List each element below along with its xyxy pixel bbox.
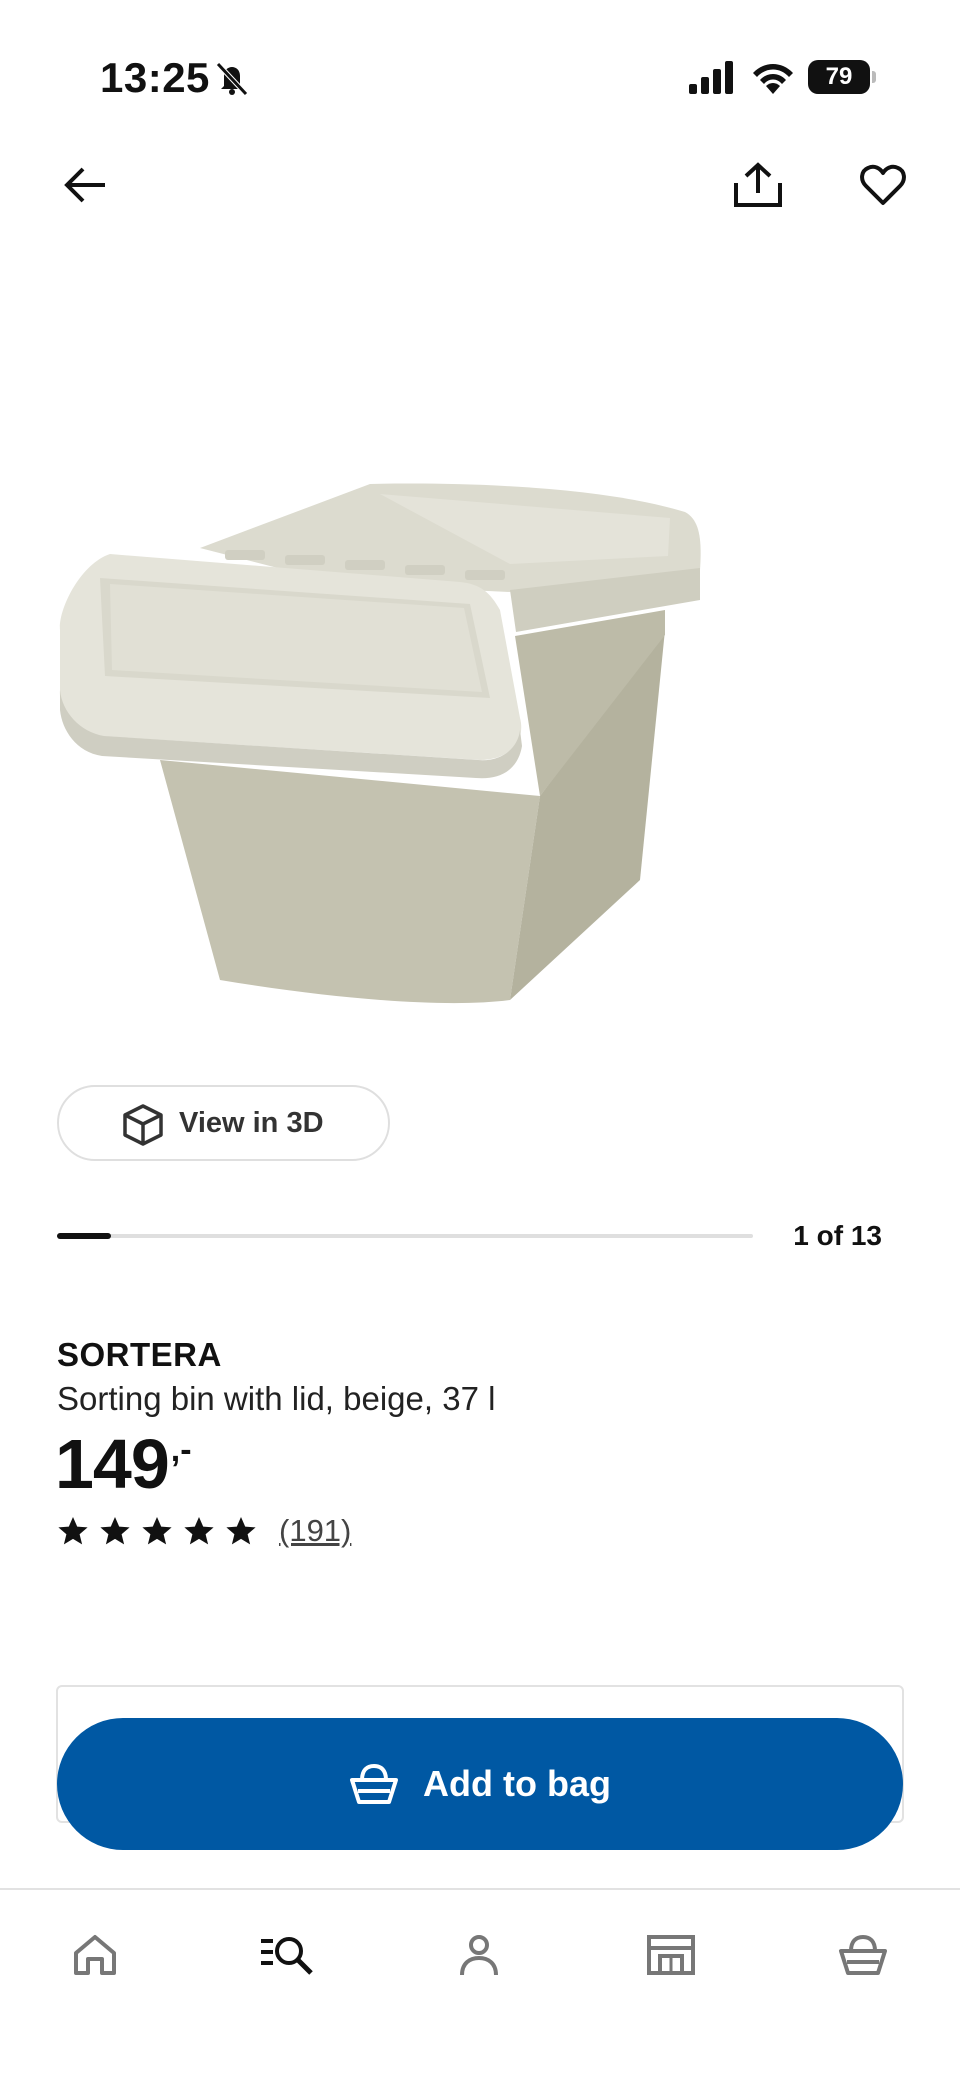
basket-icon — [350, 1763, 399, 1804]
product-price: 149 ,- — [55, 1424, 192, 1504]
price-suffix: ,- — [170, 1431, 192, 1469]
signal-icon — [689, 61, 733, 94]
view-in-3d-button[interactable]: View in 3D — [57, 1085, 390, 1161]
nav-search[interactable] — [252, 1920, 322, 1990]
product-image[interactable] — [40, 460, 920, 1020]
star-rating — [57, 1515, 267, 1547]
star-icon — [142, 1517, 172, 1545]
star-icon — [100, 1517, 130, 1545]
battery-icon: 79 — [808, 60, 876, 94]
share-icon — [734, 162, 782, 207]
status-bar: 13:25 79 — [0, 0, 960, 150]
price-amount: 149 — [55, 1425, 170, 1503]
nav-home[interactable] — [60, 1920, 130, 1990]
gallery-progress-bar — [57, 1233, 753, 1239]
heart-icon — [860, 164, 906, 205]
product-rating[interactable]: (191) — [57, 1513, 351, 1549]
share-button[interactable] — [723, 150, 793, 220]
arrow-left-icon — [64, 167, 105, 203]
store-icon — [647, 1935, 695, 1975]
user-icon — [460, 1935, 498, 1976]
add-to-bag-label: Add to bag — [423, 1763, 611, 1804]
star-icon — [184, 1517, 214, 1545]
gallery-position-label: 1 of 13 — [793, 1220, 882, 1251]
home-icon — [74, 1935, 116, 1975]
bell-off-icon — [216, 62, 248, 96]
wifi-icon — [753, 64, 793, 94]
product-description: Sorting bin with lid, beige, 37 l — [57, 1380, 496, 1417]
battery-level: 79 — [808, 60, 870, 94]
bottom-navigation — [0, 1888, 960, 2087]
star-icon — [226, 1517, 256, 1545]
cube-icon — [123, 1104, 163, 1146]
view-in-3d-label: View in 3D — [179, 1106, 324, 1139]
nav-bag[interactable] — [828, 1920, 898, 1990]
add-to-bag-button[interactable]: Add to bag — [57, 1718, 903, 1850]
back-button[interactable] — [50, 150, 120, 220]
review-count-link[interactable]: (191) — [279, 1513, 351, 1549]
nav-store[interactable] — [636, 1920, 706, 1990]
shopping-bag-icon — [839, 1934, 887, 1975]
star-icon — [58, 1517, 88, 1545]
nav-profile[interactable] — [444, 1920, 514, 1990]
search-icon — [261, 1937, 313, 1975]
product-name: SORTERA — [57, 1336, 222, 1373]
favorite-button[interactable] — [848, 150, 918, 220]
gallery-progress-fill — [57, 1233, 111, 1239]
status-time: 13:25 — [100, 54, 210, 101]
